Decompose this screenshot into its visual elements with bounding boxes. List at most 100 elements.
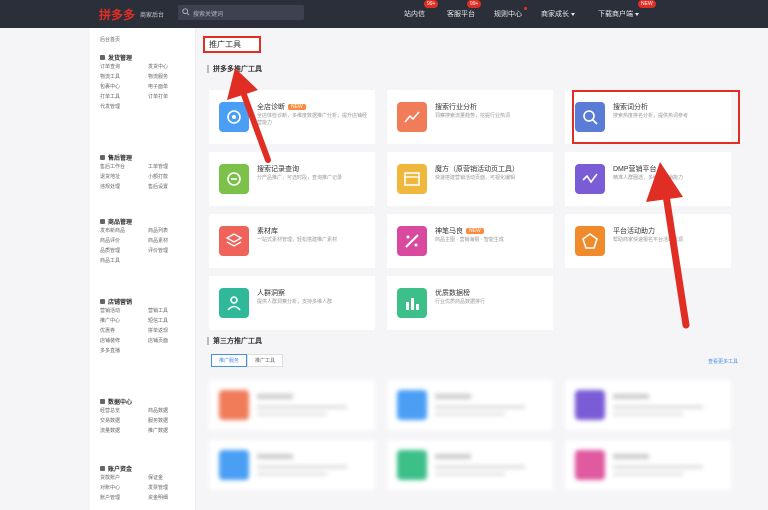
tool-description: 一站式素材管理，轻松搭建推广素材 (257, 237, 338, 243)
tool-card[interactable]: 搜索行业分析 洞察搜索流量趋势，挖掘行业热词 (387, 90, 553, 144)
chevron-down-icon (571, 12, 575, 16)
tool-card[interactable]: 优质数据榜 行业优质商品数据排行 (387, 276, 553, 330)
tool-description: 全店体检诊断，多维度数据推广分析，提升店铺经营能力 (257, 113, 368, 126)
sidebar-item[interactable]: 店铺装修 (100, 338, 148, 345)
tool-card[interactable]: 搜索记录查询 分产品推广，可选时段，查询推广记录 (209, 152, 375, 206)
tab-promo-tools[interactable]: 推广工具 (247, 354, 284, 367)
nav-badge: 99+ (424, 0, 439, 8)
sidebar-item[interactable]: 商品工具 (100, 258, 148, 265)
sidebar-item[interactable]: 商品评价 (100, 238, 148, 245)
nav-rules-center[interactable]: 规则中心 (494, 7, 527, 19)
sidebar-item[interactable]: 经营总览 (100, 408, 148, 415)
sidebar-item[interactable]: 代发管理 (100, 104, 148, 111)
tool-card[interactable]: DMP营销平台 精准人群圈选，多维度营销能力 (565, 152, 731, 206)
sidebar-item[interactable]: 短信工具 (148, 318, 190, 325)
sidebar-group-title[interactable]: 店铺营销 (100, 296, 190, 306)
sidebar-item[interactable]: 流量数据 (100, 428, 148, 435)
third-party-tool-card[interactable] (565, 380, 731, 430)
logo[interactable]: 拼多多 (99, 6, 135, 23)
tool-name: 素材库 (257, 228, 278, 235)
sidebar-item[interactable]: 店铺页面 (148, 338, 190, 345)
tool-card[interactable]: 人群洞察 提供人群洞察分析，支持多维人群 (209, 276, 375, 330)
tool-icon (575, 390, 605, 420)
group-icon (100, 298, 105, 304)
third-party-tool-card[interactable] (387, 440, 553, 490)
group-icon (100, 465, 105, 471)
tool-name: 平台活动助力 (613, 228, 655, 235)
tool-card[interactable]: 全店诊断 NEW 全店体检诊断，多维度数据推广分析，提升店铺经营能力 (209, 90, 375, 144)
sidebar-item[interactable]: 商品数据 (148, 408, 190, 415)
sidebar-item[interactable]: 资金明细 (148, 495, 190, 502)
sidebar-item[interactable]: 退货地址 (100, 174, 148, 181)
sidebar-group-title[interactable]: 数据中心 (100, 396, 190, 406)
nav-merchant-growth[interactable]: 商家成长 (541, 9, 575, 19)
sidebar-group-title[interactable]: 发货管理 (100, 52, 190, 62)
sidebar-item[interactable]: 服务数据 (148, 418, 190, 425)
sidebar-item[interactable]: 保证金 (148, 475, 190, 482)
third-party-tool-card[interactable] (209, 380, 375, 430)
third-party-tool-card[interactable] (387, 380, 553, 430)
tool-name: 全店诊断 NEW (257, 102, 306, 112)
search-input[interactable]: 搜索关键词 (193, 9, 223, 18)
sidebar-item[interactable]: 营销工具 (148, 308, 190, 315)
sidebar-item[interactable]: 商品素材 (148, 238, 190, 245)
sidebar-item[interactable]: 订单打单 (148, 94, 190, 101)
sidebar-item[interactable]: 售后工作台 (100, 164, 148, 171)
third-party-tool-card[interactable] (565, 440, 731, 490)
search-box[interactable]: 搜索关键词 (178, 5, 304, 20)
sidebar-item[interactable]: 评价管理 (148, 248, 190, 255)
pen-icon (397, 226, 427, 256)
logo-subtitle: 商家后台 (140, 13, 165, 19)
tool-card[interactable]: 魔方（原营销活动页工具） 快速搭建营销活动页面，可视化编辑 (387, 152, 553, 206)
layers-icon (219, 226, 249, 256)
sidebar-item[interactable]: 品质管理 (100, 248, 148, 255)
sidebar-item[interactable]: 发布新商品 (100, 228, 148, 235)
sidebar-item[interactable]: 工单管理 (148, 164, 190, 171)
user-icon (219, 288, 249, 318)
sidebar-item[interactable]: 推广中心 (100, 318, 148, 325)
sidebar-item[interactable]: 推广数据 (148, 428, 190, 435)
tool-description: 精准人群圈选，多维度营销能力 (613, 175, 684, 181)
sidebar-item[interactable]: 账户管理 (100, 495, 148, 502)
sidebar-item[interactable]: 包裹中心 (100, 84, 148, 91)
sidebar-item[interactable]: 商品列表 (148, 228, 190, 235)
sidebar-item[interactable]: 订单查询 (100, 64, 148, 71)
highlight-box (572, 90, 740, 144)
sidebar-item[interactable]: 对账中心 (100, 485, 148, 492)
nav-customer-service[interactable]: 客服平台 99+ (447, 0, 482, 19)
more-tools-link[interactable]: 查看更多工具 (708, 358, 738, 365)
tool-card[interactable]: 神笔马良 NEW 商品主图 · 营销海报 · 智能生成 (387, 214, 553, 268)
sidebar-item[interactable]: 电子面单 (148, 84, 190, 91)
tool-description: 洞察搜索流量趋势，挖掘行业热词 (435, 113, 511, 119)
tool-card[interactable]: 平台活动助力 帮助商家快速报名平台活动资源 (565, 214, 731, 268)
sidebar-item[interactable]: 打单工具 (100, 94, 148, 101)
sidebar-group: 数据中心经营总览 商品数据 交易数据 服务数据 流量数据 推广数据 (100, 396, 190, 435)
sidebar-group-title[interactable]: 售后管理 (100, 152, 190, 162)
sidebar-item[interactable]: 物流工具 (100, 74, 148, 81)
sidebar-item[interactable]: 物流服务 (148, 74, 190, 81)
search-icon (182, 8, 190, 16)
nav-download-app[interactable]: 下载商户端 NEW (598, 0, 656, 19)
sidebar-item[interactable]: 发货中心 (148, 64, 190, 71)
sidebar-group-title[interactable]: 账户资金 (100, 463, 190, 473)
sidebar-group-title[interactable]: 商品管理 (100, 216, 190, 226)
sidebar-item[interactable]: 交易数据 (100, 418, 148, 425)
sidebar-item[interactable]: 发票管理 (148, 485, 190, 492)
sidebar-item[interactable]: 货款账户 (100, 475, 148, 482)
sidebar-item[interactable]: 小额打款 (148, 174, 190, 181)
group-icon (100, 154, 105, 160)
sidebar-item[interactable]: 营销活动 (100, 308, 148, 315)
sidebar-item[interactable]: 违规处理 (100, 184, 148, 191)
nav-badge: NEW (638, 0, 656, 8)
tool-card[interactable]: 素材库一站式素材管理，轻松搭建推广素材 (209, 214, 375, 268)
tab-promo-service[interactable]: 推广服务 (211, 354, 248, 367)
sidebar-home-link[interactable]: 后台首页 (100, 36, 120, 43)
sidebar-item[interactable]: 拼单返现 (148, 328, 190, 335)
sidebar-item[interactable]: 多多直播 (100, 348, 148, 355)
sidebar-item[interactable]: 售后设置 (148, 184, 190, 191)
nav-messages[interactable]: 站内信 99+ (404, 0, 439, 19)
third-party-tool-card[interactable] (209, 440, 375, 490)
section-title-platform-tools: 拼多多推广工具 (207, 64, 262, 74)
group-icon (100, 398, 105, 404)
sidebar-item[interactable]: 优惠券 (100, 328, 148, 335)
